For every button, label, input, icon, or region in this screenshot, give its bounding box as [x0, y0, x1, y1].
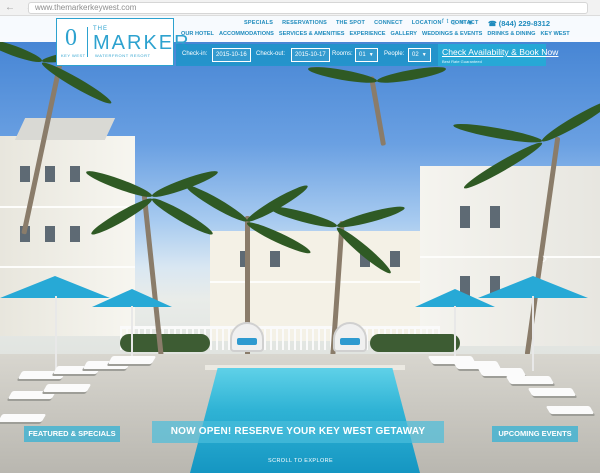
- address-bar[interactable]: www.themarkerkeywest.com: [28, 2, 588, 14]
- nav-key-west[interactable]: KEY WEST: [541, 31, 570, 37]
- nav-experience[interactable]: EXPERIENCE: [349, 31, 385, 37]
- logo[interactable]: 0 KEY WEST THE MARKER WATERFRONT RESORT: [56, 18, 189, 66]
- people-value: 02: [412, 52, 419, 58]
- booking-bar: Check-in: 2015-10-16 Check-out: 2015-10-…: [176, 44, 438, 66]
- checkin-date-field[interactable]: 2015-10-16: [212, 48, 251, 62]
- logo-mark: 0: [65, 25, 77, 51]
- chevron-down-icon: ▼: [368, 52, 374, 58]
- chevron-down-icon: ▼: [421, 52, 427, 58]
- util-link-reservations[interactable]: RESERVATIONS: [282, 20, 327, 26]
- phone-number: (844) 229-8312: [498, 19, 551, 28]
- util-link-location[interactable]: LOCATION: [412, 20, 442, 26]
- featured-specials-tab[interactable]: FEATURED & SPECIALS: [24, 426, 120, 442]
- util-link-connect[interactable]: CONNECT: [374, 20, 403, 26]
- phone-icon: ☎: [488, 21, 497, 28]
- carousel-next-arrow[interactable]: ›: [542, 250, 547, 268]
- best-rate-note: Best Rate Guaranteed: [442, 59, 482, 64]
- browser-toolbar: ← → www.themarkerkeywest.com: [0, 0, 600, 16]
- upcoming-events-tab[interactable]: UPCOMING EVENTS: [492, 426, 578, 442]
- cta-label: Check Availability & Book Now: [442, 47, 559, 57]
- logo-mark-caption: KEY WEST: [61, 53, 86, 58]
- util-link-the-spot[interactable]: THE SPOT: [336, 20, 365, 26]
- social-links: f t ◎ ✉ ◉: [442, 19, 473, 26]
- nav-accommodations[interactable]: ACCOMMODATIONS: [219, 31, 274, 37]
- nav-our-hotel[interactable]: OUR HOTEL: [181, 31, 214, 37]
- logo-divider: [87, 27, 88, 57]
- scroll-to-explore[interactable]: SCROLL TO EXPLORE: [268, 458, 333, 464]
- instagram-icon[interactable]: ◎: [451, 19, 456, 26]
- main-nav: OUR HOTEL ACCOMMODATIONS SERVICES & AMEN…: [181, 31, 570, 37]
- checkin-label: Check-in:: [182, 51, 208, 57]
- check-availability-button[interactable]: Check Availability & Book Now Best Rate …: [438, 44, 558, 66]
- checkout-date-field[interactable]: 2015-10-17: [291, 48, 330, 62]
- nav-weddings-events[interactable]: WEDDINGS & EVENTS: [422, 31, 482, 37]
- nav-services-amenities[interactable]: SERVICES & AMENITIES: [279, 31, 345, 37]
- people-label: People:: [384, 51, 405, 57]
- logo-tagline: WATERFRONT RESORT: [95, 53, 151, 58]
- phone-link[interactable]: ☎ (844) 229-8312: [488, 19, 550, 28]
- checkout-label: Check-out:: [256, 51, 286, 57]
- reserve-banner[interactable]: NOW OPEN! RESERVE YOUR KEY WEST GETAWAY: [152, 421, 444, 443]
- rooms-value: 01: [359, 52, 366, 58]
- hero-image: ›: [0, 16, 600, 473]
- tripadvisor-icon[interactable]: ◉: [468, 19, 473, 26]
- rooms-label: Rooms:: [332, 51, 353, 57]
- util-link-specials[interactable]: SPECIALS: [244, 20, 273, 26]
- rooms-select[interactable]: 01 ▼: [355, 48, 378, 62]
- nav-gallery[interactable]: GALLERY: [391, 31, 418, 37]
- twitter-icon[interactable]: t: [447, 19, 449, 26]
- building-right: [420, 166, 600, 346]
- nav-drinks-dining[interactable]: DRINKS & DINING: [487, 31, 535, 37]
- people-select[interactable]: 02 ▼: [408, 48, 431, 62]
- email-icon[interactable]: ✉: [460, 19, 465, 26]
- facebook-icon[interactable]: f: [442, 19, 444, 26]
